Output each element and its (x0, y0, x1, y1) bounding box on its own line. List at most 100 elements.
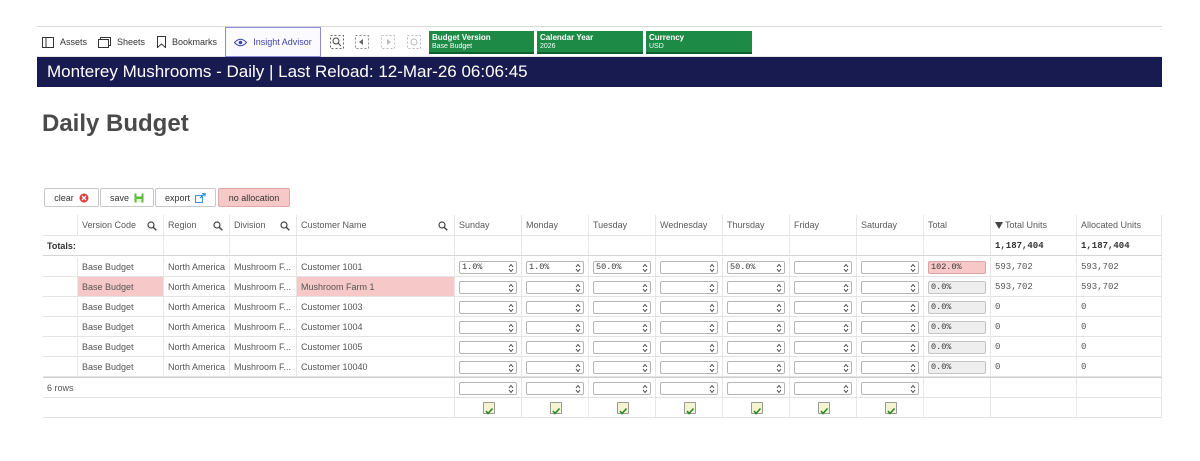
stepper-arrows-icon[interactable] (575, 283, 581, 293)
monday-percent-input[interactable] (526, 301, 584, 314)
tuesday-percent-input[interactable] (593, 321, 651, 334)
tuesday-apply-checkbox[interactable] (617, 402, 629, 415)
friday-percent-input[interactable] (794, 281, 852, 294)
saturday-percent-input[interactable] (861, 281, 919, 294)
sunday-percent-input[interactable] (459, 361, 517, 374)
search-icon[interactable] (280, 221, 290, 231)
stepper-arrows-icon[interactable] (843, 283, 849, 293)
stepper-arrows-icon[interactable] (776, 283, 782, 293)
stepper-arrows-icon[interactable] (508, 303, 514, 313)
stepper-arrows-icon[interactable] (776, 323, 782, 333)
sunday-apply-checkbox[interactable] (483, 402, 495, 415)
stepper-arrows-icon[interactable] (642, 303, 648, 313)
stepper-arrows-icon[interactable] (709, 323, 715, 333)
monday-percent-input[interactable] (526, 341, 584, 354)
tuesday-percent-input[interactable]: 50.0% (593, 261, 651, 274)
wednesday-percent-input[interactable] (660, 261, 718, 274)
search-icon[interactable] (147, 221, 157, 231)
insight-advisor-button[interactable]: Insight Advisor (225, 27, 321, 57)
search-icon[interactable] (213, 221, 223, 231)
stepper-arrows-icon[interactable] (843, 263, 849, 273)
sunday-percent-input[interactable]: 1.0% (459, 261, 517, 274)
saturday-percent-input[interactable] (861, 361, 919, 374)
column-header-region[interactable]: Region (164, 215, 230, 235)
stepper-arrows-icon[interactable] (776, 363, 782, 373)
stepper-arrows-icon[interactable] (709, 384, 715, 394)
selection-chip-budget-version[interactable]: Budget Version Base Budget (429, 31, 534, 54)
stepper-arrows-icon[interactable] (575, 363, 581, 373)
bookmarks-button[interactable]: Bookmarks (157, 27, 217, 57)
monday-fill-input[interactable] (526, 382, 584, 395)
stepper-arrows-icon[interactable] (709, 343, 715, 353)
stepper-arrows-icon[interactable] (709, 363, 715, 373)
assets-button[interactable]: Assets (42, 27, 87, 57)
saturday-percent-input[interactable] (861, 341, 919, 354)
wednesday-percent-input[interactable] (660, 281, 718, 294)
stepper-arrows-icon[interactable] (508, 363, 514, 373)
column-header-version[interactable]: Version Code (78, 215, 164, 235)
stepper-arrows-icon[interactable] (776, 343, 782, 353)
stepper-arrows-icon[interactable] (709, 283, 715, 293)
monday-percent-input[interactable] (526, 321, 584, 334)
tuesday-percent-input[interactable] (593, 361, 651, 374)
clear-button[interactable]: clear (44, 188, 99, 207)
stepper-arrows-icon[interactable] (910, 343, 916, 353)
tuesday-fill-input[interactable] (593, 382, 651, 395)
stepper-arrows-icon[interactable] (910, 283, 916, 293)
wednesday-percent-input[interactable] (660, 321, 718, 334)
stepper-arrows-icon[interactable] (642, 263, 648, 273)
monday-percent-input[interactable] (526, 361, 584, 374)
saturday-percent-input[interactable] (861, 301, 919, 314)
stepper-arrows-icon[interactable] (776, 384, 782, 394)
sunday-percent-input[interactable] (459, 341, 517, 354)
thursday-percent-input[interactable] (727, 281, 785, 294)
save-button[interactable]: save (100, 188, 154, 207)
stepper-arrows-icon[interactable] (508, 323, 514, 333)
wednesday-fill-input[interactable] (660, 382, 718, 395)
sunday-percent-input[interactable] (459, 281, 517, 294)
selection-back-icon[interactable] (355, 35, 369, 49)
saturday-fill-input[interactable] (861, 382, 919, 395)
thursday-apply-checkbox[interactable] (751, 402, 763, 415)
stepper-arrows-icon[interactable] (709, 303, 715, 313)
wednesday-percent-input[interactable] (660, 341, 718, 354)
friday-percent-input[interactable] (794, 321, 852, 334)
export-button[interactable]: export (155, 188, 216, 207)
thursday-percent-input[interactable] (727, 341, 785, 354)
stepper-arrows-icon[interactable] (776, 263, 782, 273)
tuesday-percent-input[interactable] (593, 281, 651, 294)
stepper-arrows-icon[interactable] (508, 343, 514, 353)
friday-apply-checkbox[interactable] (818, 402, 830, 415)
stepper-arrows-icon[interactable] (910, 323, 916, 333)
no-allocation-button[interactable]: no allocation (218, 188, 290, 207)
stepper-arrows-icon[interactable] (910, 303, 916, 313)
monday-percent-input[interactable] (526, 281, 584, 294)
clear-selections-icon[interactable] (407, 35, 421, 49)
tuesday-percent-input[interactable] (593, 341, 651, 354)
stepper-arrows-icon[interactable] (709, 263, 715, 273)
stepper-arrows-icon[interactable] (642, 384, 648, 394)
stepper-arrows-icon[interactable] (575, 323, 581, 333)
stepper-arrows-icon[interactable] (843, 384, 849, 394)
stepper-arrows-icon[interactable] (843, 343, 849, 353)
stepper-arrows-icon[interactable] (642, 343, 648, 353)
thursday-fill-input[interactable] (727, 382, 785, 395)
selection-chip-currency[interactable]: Currency USD (646, 31, 752, 54)
monday-apply-checkbox[interactable] (550, 402, 562, 415)
stepper-arrows-icon[interactable] (642, 323, 648, 333)
saturday-percent-input[interactable] (861, 321, 919, 334)
stepper-arrows-icon[interactable] (843, 323, 849, 333)
friday-percent-input[interactable] (794, 341, 852, 354)
stepper-arrows-icon[interactable] (910, 384, 916, 394)
stepper-arrows-icon[interactable] (843, 303, 849, 313)
column-header-customer[interactable]: Customer Name (297, 215, 455, 235)
monday-percent-input[interactable]: 1.0% (526, 261, 584, 274)
smart-search-icon[interactable] (330, 35, 344, 49)
column-header-division[interactable]: Division (230, 215, 297, 235)
wednesday-percent-input[interactable] (660, 301, 718, 314)
wednesday-percent-input[interactable] (660, 361, 718, 374)
sort-descending-icon[interactable] (995, 221, 1003, 229)
thursday-percent-input[interactable] (727, 301, 785, 314)
stepper-arrows-icon[interactable] (776, 303, 782, 313)
thursday-percent-input[interactable] (727, 321, 785, 334)
